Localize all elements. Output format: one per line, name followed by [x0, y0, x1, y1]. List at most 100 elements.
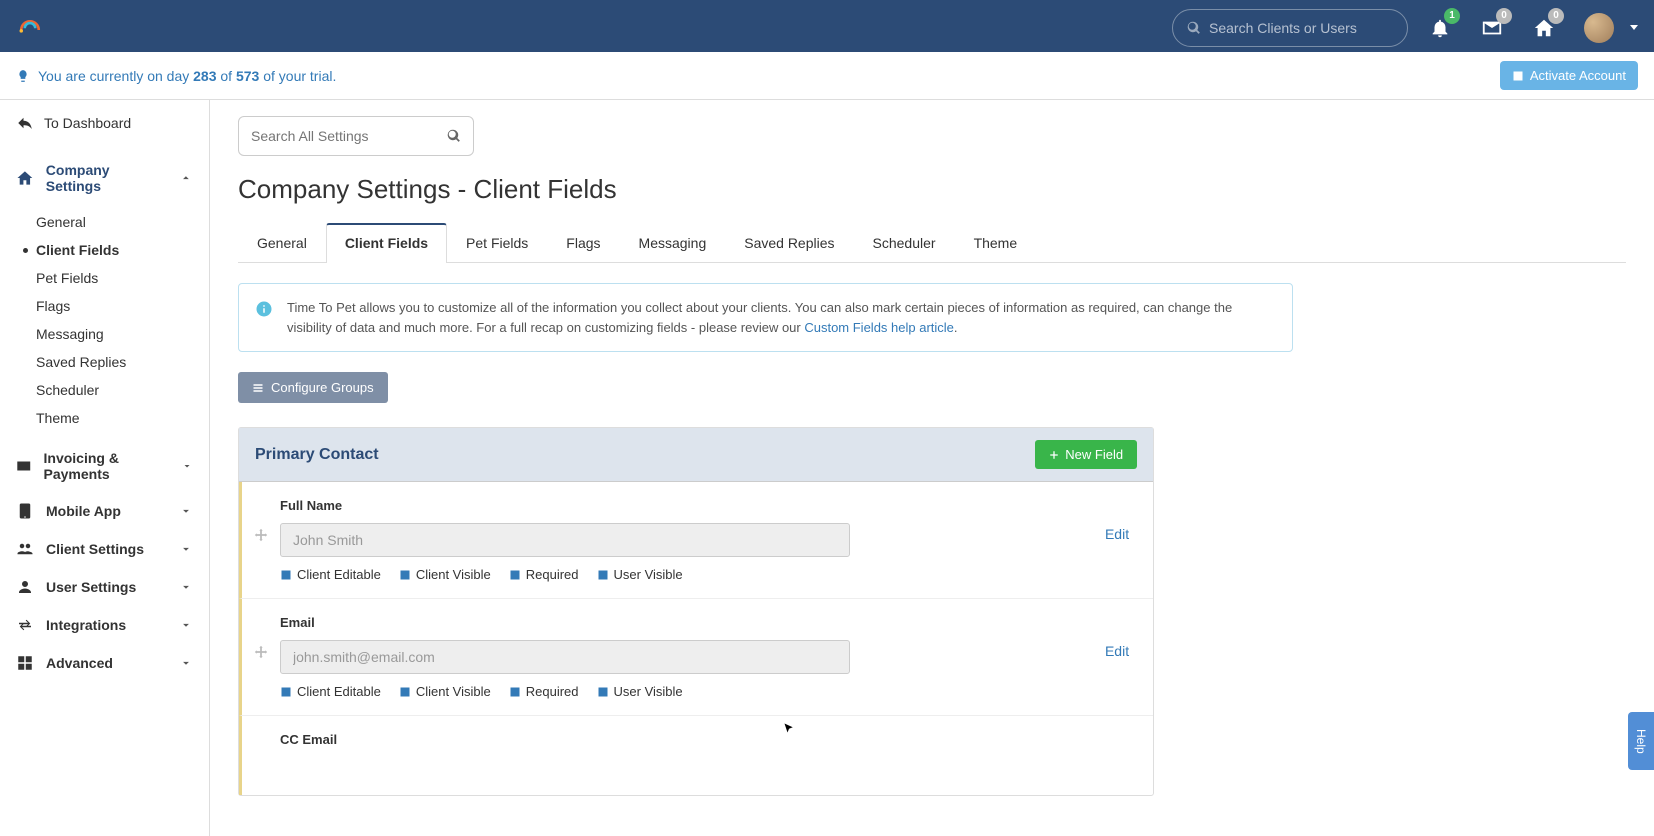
- field-label: Full Name: [280, 498, 1053, 513]
- sidebar-sub-pet-fields[interactable]: Pet Fields: [36, 264, 193, 292]
- notifications-badge: 1: [1444, 8, 1460, 24]
- check-icon: [1512, 70, 1524, 82]
- notifications-icon[interactable]: 1: [1426, 14, 1454, 42]
- tab-pet-fields[interactable]: Pet Fields: [447, 223, 547, 262]
- main-content: Company Settings - Client Fields General…: [210, 100, 1654, 836]
- sidebar-sub-messaging[interactable]: Messaging: [36, 320, 193, 348]
- list-icon: [252, 382, 264, 394]
- check-client-editable: Client Editable: [280, 684, 381, 699]
- trial-text: You are currently on day 283 of 573 of y…: [38, 68, 336, 84]
- global-search-input[interactable]: [1209, 20, 1393, 36]
- page-title: Company Settings - Client Fields: [238, 174, 1626, 205]
- field-label: Email: [280, 615, 1053, 630]
- swap-icon: [16, 616, 34, 634]
- home-icon[interactable]: 0: [1530, 14, 1558, 42]
- drag-handle[interactable]: [254, 645, 268, 662]
- configure-groups-button[interactable]: Configure Groups: [238, 372, 388, 403]
- info-text: Time To Pet allows you to customize all …: [287, 298, 1276, 337]
- search-icon: [447, 129, 461, 143]
- tab-scheduler[interactable]: Scheduler: [854, 223, 955, 262]
- sidebar-sub-scheduler[interactable]: Scheduler: [36, 376, 193, 404]
- users-icon: [16, 540, 34, 558]
- tab-theme[interactable]: Theme: [955, 223, 1037, 262]
- to-dashboard-link[interactable]: To Dashboard: [16, 114, 193, 132]
- sidebar-item-client-settings[interactable]: Client Settings: [16, 530, 193, 568]
- sidebar-item-company-settings[interactable]: Company Settings: [16, 152, 193, 204]
- phone-icon: [16, 502, 34, 520]
- home-icon: [16, 169, 34, 187]
- card-icon: [16, 457, 32, 475]
- back-arrow-icon: [16, 114, 34, 132]
- tab-saved-replies[interactable]: Saved Replies: [725, 223, 853, 262]
- check-required: Required: [509, 684, 579, 699]
- field-checks: Client Editable Client Visible Required …: [280, 684, 1053, 699]
- check-user-visible: User Visible: [597, 684, 683, 699]
- chevron-up-icon: [179, 171, 193, 185]
- edit-link[interactable]: Edit: [1105, 643, 1129, 659]
- check-client-visible: Client Visible: [399, 567, 491, 582]
- user-menu-caret[interactable]: [1630, 25, 1638, 30]
- home-badge: 0: [1548, 8, 1564, 24]
- panel-title: Primary Contact: [255, 446, 379, 464]
- field-row-cc-email: CC Email: [239, 716, 1153, 795]
- search-icon: [1187, 21, 1201, 35]
- sidebar-item-advanced[interactable]: Advanced: [16, 644, 193, 682]
- info-icon: [255, 300, 273, 318]
- chevron-down-icon: [179, 542, 193, 556]
- tab-messaging[interactable]: Messaging: [620, 223, 726, 262]
- grid-icon: [16, 654, 34, 672]
- tab-client-fields[interactable]: Client Fields: [326, 223, 447, 263]
- sidebar-sub-general[interactable]: General: [36, 208, 193, 236]
- panel-header: Primary Contact New Field: [239, 428, 1153, 482]
- check-client-editable: Client Editable: [280, 567, 381, 582]
- info-box: Time To Pet allows you to customize all …: [238, 283, 1293, 352]
- tabs: General Client Fields Pet Fields Flags M…: [238, 223, 1626, 263]
- help-tab[interactable]: Help: [1628, 712, 1654, 770]
- messages-icon[interactable]: 0: [1478, 14, 1506, 42]
- edit-link[interactable]: Edit: [1105, 526, 1129, 542]
- chevron-down-icon: [179, 656, 193, 670]
- sidebar-sub-flags[interactable]: Flags: [36, 292, 193, 320]
- search-settings-input[interactable]: [251, 128, 439, 144]
- field-preview-input: [280, 640, 850, 674]
- user-avatar[interactable]: [1584, 13, 1614, 43]
- chevron-down-icon: [179, 580, 193, 594]
- field-label: CC Email: [280, 732, 1129, 747]
- sidebar: To Dashboard Company Settings General Cl…: [0, 100, 210, 836]
- check-client-visible: Client Visible: [399, 684, 491, 699]
- activate-account-button[interactable]: Activate Account: [1500, 61, 1638, 90]
- check-required: Required: [509, 567, 579, 582]
- trial-bar: You are currently on day 283 of 573 of y…: [0, 52, 1654, 100]
- user-icon: [16, 578, 34, 596]
- move-icon: [254, 528, 268, 542]
- primary-contact-panel: Primary Contact New Field Full Name Clie…: [238, 427, 1154, 796]
- search-settings[interactable]: [238, 116, 474, 156]
- global-search[interactable]: [1172, 9, 1408, 47]
- move-icon: [254, 645, 268, 659]
- info-link[interactable]: Custom Fields help article: [804, 320, 954, 335]
- field-row-email: Email Client Editable Client Visible Req…: [239, 599, 1153, 716]
- chevron-down-icon: [179, 504, 193, 518]
- field-preview-input: [280, 523, 850, 557]
- field-checks: Client Editable Client Visible Required …: [280, 567, 1053, 582]
- sidebar-sub-client-fields[interactable]: Client Fields: [36, 236, 193, 264]
- sidebar-item-mobile-app[interactable]: Mobile App: [16, 492, 193, 530]
- sidebar-sub-theme[interactable]: Theme: [36, 404, 193, 432]
- field-row-full-name: Full Name Client Editable Client Visible…: [239, 482, 1153, 599]
- topbar: 1 0 0: [0, 0, 1654, 52]
- sidebar-item-integrations[interactable]: Integrations: [16, 606, 193, 644]
- new-field-button[interactable]: New Field: [1035, 440, 1137, 469]
- tab-general[interactable]: General: [238, 223, 326, 262]
- sidebar-item-invoicing[interactable]: Invoicing & Payments: [16, 440, 193, 492]
- plus-icon: [1049, 450, 1059, 460]
- check-user-visible: User Visible: [597, 567, 683, 582]
- app-logo[interactable]: [16, 16, 44, 40]
- tab-flags[interactable]: Flags: [547, 223, 619, 262]
- messages-badge: 0: [1496, 8, 1512, 24]
- bulb-icon: [16, 69, 30, 83]
- drag-handle[interactable]: [254, 528, 268, 545]
- sidebar-item-user-settings[interactable]: User Settings: [16, 568, 193, 606]
- chevron-down-icon: [181, 459, 193, 473]
- chevron-down-icon: [179, 618, 193, 632]
- sidebar-sub-saved-replies[interactable]: Saved Replies: [36, 348, 193, 376]
